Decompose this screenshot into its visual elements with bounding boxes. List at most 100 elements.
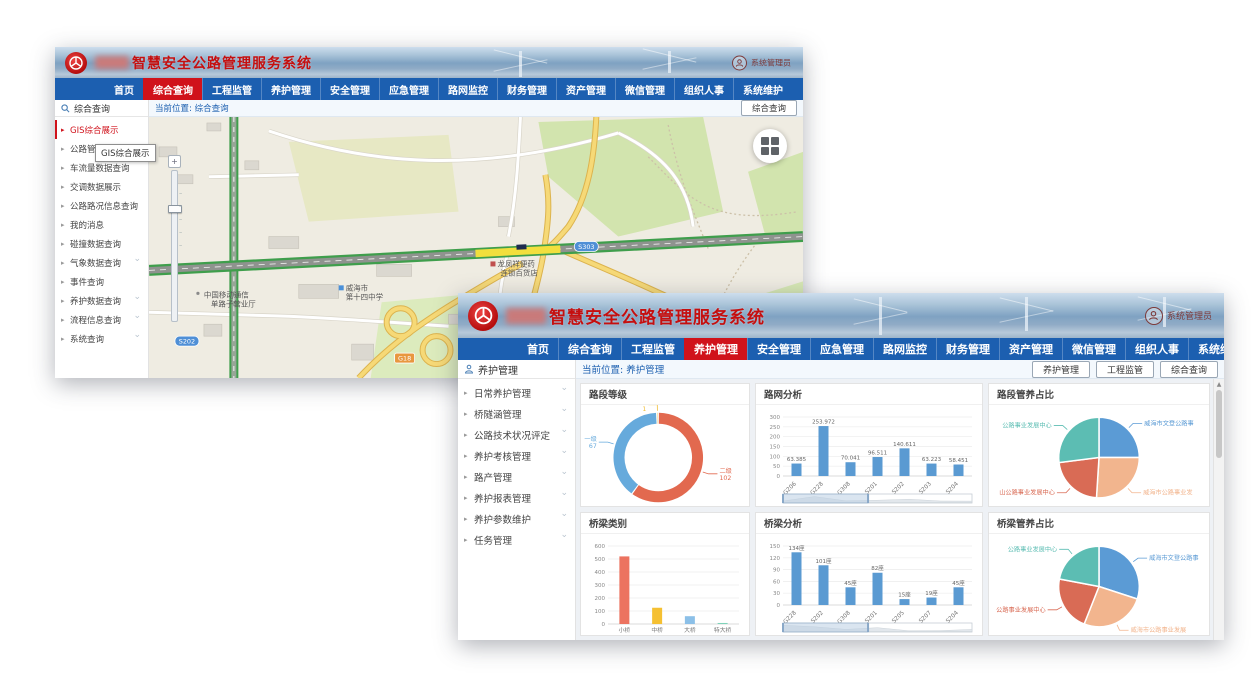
sidebar-item[interactable]: 气象数据查询 [55, 253, 148, 272]
panel-road-ratio: 路段管养占比 威海市文登公路事威海市公路事业发山公路事业发展中心公路事业发展中心 [988, 383, 1210, 507]
nav-item[interactable]: 综合查询 [558, 338, 621, 360]
svg-text:100: 100 [770, 454, 781, 460]
zoom-slider-track[interactable] [171, 170, 178, 322]
sidebar-item[interactable]: 交调数据展示 [55, 177, 148, 196]
sidebar-item[interactable]: 任务管理 [458, 529, 575, 550]
nav-item[interactable]: 财务管理 [936, 338, 999, 360]
nav-item[interactable]: 路网监控 [438, 78, 497, 100]
nav-item[interactable]: 系统维护 [733, 78, 792, 100]
sidebar-item[interactable]: 路产管理 [458, 466, 575, 487]
nav-item[interactable]: 综合查询 [143, 78, 202, 100]
sidebar-item[interactable]: 公路技术状况评定 [458, 424, 575, 445]
svg-text:400: 400 [595, 570, 606, 576]
svg-text:253.972: 253.972 [812, 420, 835, 426]
nav-item-label: 组织人事 [1135, 341, 1179, 357]
svg-text:公路事业发展中心: 公路事业发展中心 [1008, 545, 1058, 553]
nav-item[interactable]: 组织人事 [1125, 338, 1188, 360]
breadcrumb: 当前位置: 综合查询 [155, 102, 229, 114]
zoom-in-button[interactable]: + [168, 155, 181, 168]
nav-item-label: 资产管理 [1009, 341, 1053, 357]
scroll-up-icon[interactable]: ▲ [1214, 379, 1224, 389]
nav-item[interactable]: 首页 [518, 338, 558, 360]
sidebar-item[interactable]: 桥隧涵管理 [458, 403, 575, 424]
quick-link-综合查询[interactable]: 综合查询 [741, 100, 797, 116]
poi-school: 威海市 第十四中学 [339, 282, 384, 301]
nav-item[interactable]: 资产管理 [556, 78, 615, 100]
sidebar-item[interactable]: 养护考核管理 [458, 445, 575, 466]
sidebar-item[interactable]: 养护数据查询 [55, 291, 148, 310]
panel-bridge-analysis: 桥梁分析 0306090120150134座G228101座S20245座G30… [755, 512, 983, 636]
nav-item[interactable]: 工程监管 [621, 338, 684, 360]
nav-item-label: 资产管理 [566, 82, 606, 97]
nav-item[interactable]: 安全管理 [747, 338, 810, 360]
nav-item[interactable]: 路网监控 [873, 338, 936, 360]
sidebar-item[interactable]: 系统查询 [55, 329, 148, 348]
quick-link-养护管理[interactable]: 养护管理 [1032, 361, 1090, 378]
nav-item-label: 财务管理 [946, 341, 990, 357]
sidebar-item[interactable]: 养护参数维护 [458, 508, 575, 529]
nav-item-label: 系统维护 [743, 82, 783, 97]
sidebar-item-label: 桥隧涵管理 [474, 407, 522, 421]
svg-text:250: 250 [770, 425, 781, 431]
road-network-bar-chart[interactable]: 05010015020025030063.385G206253.972G2287… [756, 405, 982, 506]
sidebar-item-label: GIS综合展示 [70, 124, 119, 136]
road-ratio-pie-chart: 威海市文登公路事威海市公路事业发山公路事业发展中心公路事业发展中心 [989, 405, 1209, 506]
nav-item[interactable]: 养护管理 [684, 338, 747, 360]
svg-text:120: 120 [770, 556, 781, 562]
svg-text:150: 150 [770, 445, 781, 451]
svg-text:龙凤祥便药: 龙凤祥便药 [497, 258, 535, 268]
nav-item[interactable]: 养护管理 [261, 78, 320, 100]
nav-item[interactable]: 首页 [105, 78, 143, 100]
front-sidebar: 养护管理 日常养护管理桥隧涵管理公路技术状况评定养护考核管理路产管理养护报表管理… [458, 360, 576, 640]
sidebar-item[interactable]: 流程信息查询 [55, 310, 148, 329]
nav-item[interactable]: 微信管理 [1062, 338, 1125, 360]
sidebar-item-label: 碰撞数据查询 [70, 238, 121, 250]
front-window: 智慧安全公路管理服务系统 系统管理员 首页综合查询工程监管养护管理安全管理应急管… [458, 293, 1224, 640]
zoom-level-label [179, 187, 184, 200]
scrollbar-thumb[interactable] [1216, 390, 1222, 458]
svg-text:15座: 15座 [898, 591, 911, 599]
nav-item[interactable]: 微信管理 [615, 78, 674, 100]
svg-text:500: 500 [595, 557, 606, 563]
panel-title: 路段等级 [581, 384, 749, 405]
svg-text:101座: 101座 [816, 557, 832, 565]
bridge-type-bar-chart: 0100200300400500600小桥中桥大桥特大桥 [581, 534, 749, 635]
sidebar-item[interactable]: GIS综合展示 [55, 120, 148, 139]
account-menu[interactable]: 系统管理员 [732, 55, 791, 70]
bridge-analysis-bar-chart[interactable]: 0306090120150134座G228101座S20245座G30882座S… [756, 534, 982, 635]
svg-text:63.385: 63.385 [787, 457, 807, 463]
back-sidebar-title: 综合查询 [74, 102, 110, 115]
svg-text:45座: 45座 [844, 579, 857, 587]
nav-item[interactable]: 应急管理 [810, 338, 873, 360]
svg-text:140.611: 140.611 [893, 442, 916, 448]
sidebar-item-label: 系统查询 [70, 333, 104, 345]
account-menu[interactable]: 系统管理员 [1145, 307, 1212, 325]
map-apps-button[interactable] [753, 129, 787, 163]
nav-item[interactable]: 财务管理 [497, 78, 556, 100]
nav-item[interactable]: 安全管理 [320, 78, 379, 100]
nav-item[interactable]: 应急管理 [379, 78, 438, 100]
quick-link-综合查询[interactable]: 综合查询 [1160, 361, 1218, 378]
sidebar-item[interactable]: 日常养护管理 [458, 382, 575, 403]
svg-text:威海市文登公路事: 威海市文登公路事 [1144, 419, 1194, 427]
nav-item[interactable]: 组织人事 [674, 78, 733, 100]
nav-item[interactable]: 工程监管 [202, 78, 261, 100]
panel-title: 路段管养占比 [989, 384, 1209, 405]
sidebar-item[interactable]: 养护报表管理 [458, 487, 575, 508]
back-breadcrumb-row: 当前位置: 综合查询 综合查询 [149, 100, 803, 117]
svg-text:90: 90 [773, 568, 780, 574]
sidebar-item[interactable]: 碰撞数据查询 [55, 234, 148, 253]
svg-text:G18: G18 [398, 355, 411, 363]
svg-text:第十四中学: 第十四中学 [346, 291, 384, 301]
vertical-scrollbar[interactable]: ▲ [1213, 379, 1224, 640]
svg-text:0: 0 [602, 622, 606, 628]
nav-item[interactable]: 系统维护 [1188, 338, 1224, 360]
nav-item[interactable]: 资产管理 [999, 338, 1062, 360]
sidebar-item[interactable]: 我的消息 [55, 215, 148, 234]
quick-link-工程监管[interactable]: 工程监管 [1096, 361, 1154, 378]
sidebar-item[interactable]: 事件查询 [55, 272, 148, 291]
svg-text:63.223: 63.223 [922, 457, 942, 463]
zoom-level-label [179, 213, 184, 226]
sidebar-item[interactable]: 公路路况信息查询 [55, 196, 148, 215]
account-label: 系统管理员 [1167, 309, 1212, 322]
